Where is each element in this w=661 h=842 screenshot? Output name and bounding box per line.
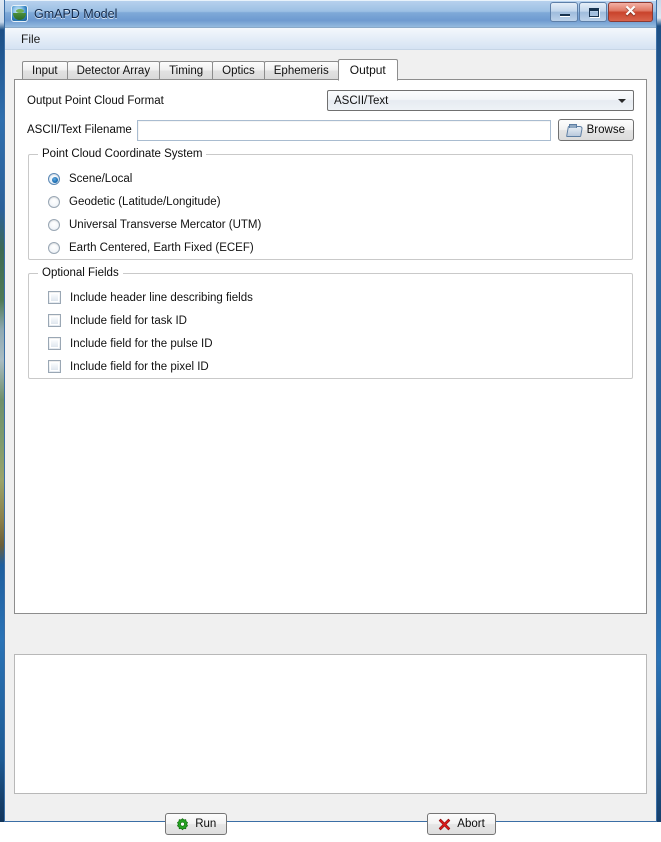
close-icon: ✕ (624, 3, 637, 20)
tab-timing[interactable]: Timing (159, 61, 214, 80)
browse-button[interactable]: Browse (557, 119, 634, 141)
radio-label: Geodetic (Latitude/Longitude) (69, 195, 221, 208)
radio-ecef[interactable]: Earth Centered, Earth Fixed (ECEF) (39, 236, 622, 259)
title-bar: GmAPD Model ✕ (5, 0, 656, 28)
radio-label: Earth Centered, Earth Fixed (ECEF) (69, 241, 254, 254)
checkbox-label: Include field for task ID (70, 314, 187, 327)
tab-bar: Input Detector Array Timing Optics Ephem… (14, 59, 647, 81)
green-gear-icon (176, 817, 189, 831)
checkbox-icon (48, 337, 61, 350)
action-button-bar: Run Abort (5, 806, 656, 842)
run-button[interactable]: Run (165, 813, 228, 835)
menu-item-file[interactable]: File (15, 30, 46, 48)
checkbox-header-line[interactable]: Include header line describing fields (39, 286, 622, 309)
browse-button-label: Browse (586, 124, 625, 136)
checkbox-label: Include field for the pixel ID (70, 360, 209, 373)
radio-scene-local[interactable]: Scene/Local (39, 167, 622, 190)
checkbox-task-id[interactable]: Include field for task ID (39, 309, 622, 332)
optional-fields-title: Optional Fields (38, 267, 123, 279)
filename-label: ASCII/Text Filename (27, 124, 132, 136)
radio-geodetic[interactable]: Geodetic (Latitude/Longitude) (39, 190, 622, 213)
filename-input[interactable] (137, 119, 551, 141)
output-tab-panel: Output Point Cloud Format ASCII/Text ASC… (14, 79, 647, 614)
coordinate-system-title: Point Cloud Coordinate System (38, 148, 207, 160)
coordinate-system-group: Point Cloud Coordinate System Scene/Loca… (28, 148, 633, 260)
checkbox-pixel-id[interactable]: Include field for the pixel ID (39, 355, 622, 378)
radio-label: Scene/Local (69, 172, 133, 185)
output-format-value: ASCII/Text (334, 94, 389, 107)
log-output-panel[interactable] (14, 654, 647, 794)
application-window: GmAPD Model ✕ File Input Detector Array … (4, 0, 657, 835)
radio-button-icon (48, 218, 60, 231)
maximize-icon (589, 8, 599, 17)
red-x-icon (438, 818, 451, 831)
checkbox-icon (48, 314, 61, 327)
radio-label: Universal Transverse Mercator (UTM) (69, 218, 262, 231)
close-button[interactable]: ✕ (608, 2, 653, 22)
folder-open-icon (567, 124, 582, 136)
window-controls: ✕ (550, 2, 653, 22)
radio-button-icon (48, 172, 60, 185)
checkbox-pulse-id[interactable]: Include field for the pulse ID (39, 332, 622, 355)
checkbox-icon (48, 360, 61, 373)
tab-detector-array[interactable]: Detector Array (66, 61, 161, 80)
tab-output[interactable]: Output (337, 59, 398, 81)
checkbox-label: Include field for the pulse ID (70, 337, 213, 350)
output-format-row: Output Point Cloud Format ASCII/Text (27, 90, 634, 111)
window-title: GmAPD Model (34, 6, 118, 21)
chevron-down-icon (618, 98, 626, 103)
checkbox-label: Include header line describing fields (70, 291, 253, 304)
minimize-icon (560, 14, 570, 17)
tab-input[interactable]: Input (22, 61, 68, 80)
menu-bar: File (5, 28, 656, 50)
output-format-dropdown[interactable]: ASCII/Text (327, 90, 634, 111)
minimize-button[interactable] (550, 2, 578, 22)
filename-row: ASCII/Text Filename Browse (27, 119, 634, 141)
client-area: Input Detector Array Timing Optics Ephem… (5, 51, 656, 835)
radio-button-icon (48, 241, 60, 254)
abort-button[interactable]: Abort (427, 813, 496, 835)
tab-optics[interactable]: Optics (212, 61, 265, 80)
checkbox-icon (48, 291, 61, 304)
maximize-button[interactable] (579, 2, 607, 22)
earth-globe-icon (11, 5, 28, 22)
run-button-label: Run (195, 818, 217, 830)
optional-fields-group: Optional Fields Include header line desc… (28, 267, 633, 379)
output-format-label: Output Point Cloud Format (27, 94, 164, 107)
radio-utm[interactable]: Universal Transverse Mercator (UTM) (39, 213, 622, 236)
radio-button-icon (48, 195, 60, 208)
tab-ephemeris[interactable]: Ephemeris (263, 61, 339, 80)
abort-button-label: Abort (457, 818, 485, 830)
